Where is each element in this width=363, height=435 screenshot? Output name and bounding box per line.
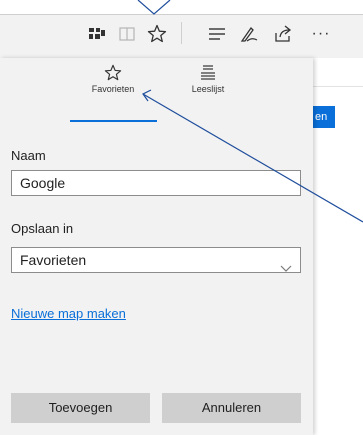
- add-favorite-panel: Favorieten Leeslijst Naam Google Opslaan…: [0, 58, 313, 435]
- selected-tab-indicator: [70, 120, 157, 122]
- browser-toolbar: ···: [0, 0, 363, 59]
- add-button[interactable]: Toevoegen: [11, 393, 150, 423]
- name-field[interactable]: Google: [11, 170, 301, 196]
- toolbar-separator: [181, 22, 182, 44]
- toolbar-top-edge: [0, 0, 363, 15]
- star-outline-icon: [68, 64, 158, 83]
- chevron-down-icon: [280, 256, 292, 280]
- save-in-label: Opslaan in: [11, 221, 74, 236]
- more-icon[interactable]: ···: [304, 22, 338, 46]
- new-folder-link[interactable]: Nieuwe map maken: [11, 306, 126, 321]
- favorite-star-icon[interactable]: [144, 22, 170, 46]
- tab-favorieten-label: Favorieten: [91, 84, 135, 94]
- tab-favorieten[interactable]: Favorieten: [68, 58, 158, 118]
- share-icon[interactable]: [272, 22, 294, 46]
- page-divider: [313, 86, 363, 87]
- reading-view-icon[interactable]: [86, 22, 108, 46]
- panel-tabs: Favorieten Leeslijst: [0, 58, 313, 124]
- cancel-button[interactable]: Annuleren: [162, 393, 301, 423]
- reading-list-icon: [163, 64, 253, 83]
- save-in-select[interactable]: Favorieten: [11, 247, 301, 273]
- page-button-fragment[interactable]: en: [313, 106, 335, 128]
- hub-icon[interactable]: [206, 22, 228, 46]
- name-label: Naam: [11, 148, 46, 163]
- save-in-value: Favorieten: [20, 252, 87, 268]
- web-note-icon[interactable]: [238, 22, 260, 46]
- page-content: en: [313, 58, 363, 435]
- tab-leeslijst[interactable]: Leeslijst: [163, 58, 253, 118]
- tab-leeslijst-label: Leeslijst: [191, 84, 225, 94]
- book-icon: [116, 22, 138, 46]
